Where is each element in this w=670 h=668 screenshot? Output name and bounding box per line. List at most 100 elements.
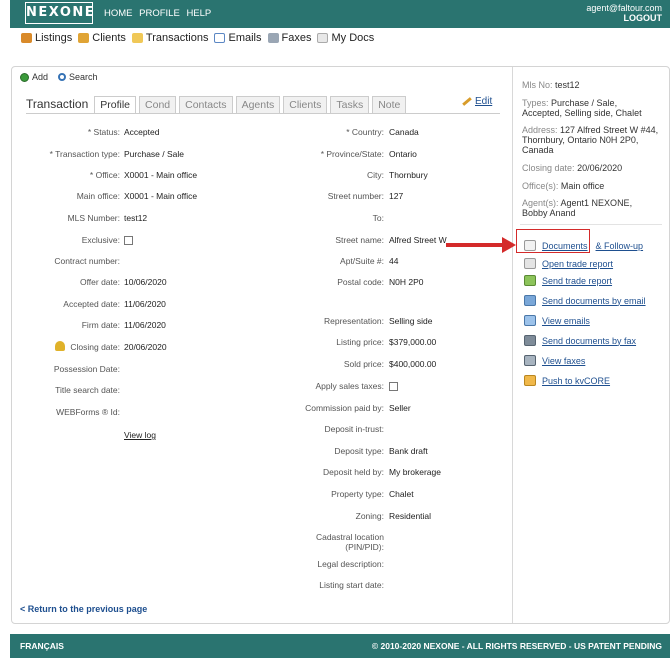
return-link[interactable]: < Return to the previous page bbox=[20, 604, 147, 614]
view-log-link[interactable]: View log bbox=[124, 430, 156, 440]
field-label: Sold price: bbox=[343, 359, 384, 369]
field-value: 20/06/2020 bbox=[124, 342, 167, 352]
action-view-faxes[interactable]: View faxes bbox=[524, 355, 585, 366]
field-label: Possession Date: bbox=[53, 364, 120, 374]
summary-agents: Agent(s): Agent1 NEXONE, Bobby Anand bbox=[522, 198, 633, 218]
field-value: test12 bbox=[124, 213, 148, 223]
field-label: * Status: bbox=[87, 127, 120, 137]
folder-icon bbox=[131, 33, 143, 43]
nav-listings[interactable]: Listings bbox=[21, 32, 72, 44]
field-value: 10/06/2020 bbox=[124, 277, 167, 287]
top-nav: HOME PROFILE HELP bbox=[104, 8, 215, 19]
field-label: City: bbox=[367, 170, 384, 180]
field-label: Listing start date: bbox=[319, 580, 384, 590]
action-view-emails[interactable]: View emails bbox=[524, 315, 590, 326]
field-label: Listing price: bbox=[336, 337, 384, 347]
copyright-text: © 2010-2020 NEXONE - ALL RIGHTS RESERVED… bbox=[371, 641, 662, 651]
field-value: Bank draft bbox=[389, 446, 428, 456]
field-value: N0H 2P0 bbox=[389, 277, 424, 287]
field-label: Apply sales taxes: bbox=[315, 381, 384, 391]
field-value: Selling side bbox=[389, 316, 433, 326]
send-report-icon bbox=[524, 275, 536, 286]
fax-icon bbox=[267, 33, 279, 43]
tab-cond[interactable]: Cond bbox=[139, 96, 177, 113]
field-label: Contract number: bbox=[54, 256, 120, 266]
nav-help[interactable]: HELP bbox=[186, 8, 211, 19]
field-value: $379,000.00 bbox=[389, 337, 437, 347]
documents-highlight-box bbox=[516, 229, 590, 253]
apply-sales-taxes-checkbox[interactable] bbox=[389, 382, 398, 391]
section-title: Transaction bbox=[26, 97, 89, 111]
account-email: agent@faltour.com bbox=[586, 3, 662, 13]
tab-clients[interactable]: Clients bbox=[283, 96, 328, 113]
tab-profile[interactable]: Profile bbox=[94, 96, 137, 113]
action-open-trade-report[interactable]: Open trade report bbox=[524, 258, 613, 269]
field-value: Seller bbox=[389, 403, 411, 413]
search-icon bbox=[58, 73, 67, 81]
nav-profile[interactable]: PROFILE bbox=[139, 8, 180, 19]
transaction-card: Add Search Transaction Profile Cond Cont… bbox=[11, 66, 670, 624]
field-value: 44 bbox=[389, 256, 399, 266]
action-send-docs-fax[interactable]: Send documents by fax bbox=[524, 335, 636, 346]
logout-link[interactable]: LOGOUT bbox=[586, 13, 663, 23]
language-link[interactable]: FRANÇAIS bbox=[20, 641, 64, 651]
email-docs-icon bbox=[524, 295, 536, 306]
footer: FRANÇAIS © 2010-2020 NEXONE - ALL RIGHTS… bbox=[10, 634, 670, 658]
action-send-docs-email[interactable]: Send documents by email bbox=[524, 295, 646, 306]
field-label: Exclusive: bbox=[81, 235, 120, 245]
field-label: Zoning: bbox=[355, 511, 384, 521]
field-label: * Transaction type: bbox=[49, 149, 120, 159]
field-label: * Province/State: bbox=[320, 149, 384, 159]
account-info: agent@faltour.com LOGOUT bbox=[586, 3, 662, 23]
nav-transactions[interactable]: Transactions bbox=[131, 32, 208, 44]
field-label: Deposit type: bbox=[334, 446, 384, 456]
field-label: Commission paid by: bbox=[305, 403, 384, 413]
field-value: Chalet bbox=[389, 489, 414, 499]
tab-underline bbox=[26, 113, 500, 114]
field-label: Offer date: bbox=[79, 277, 120, 287]
top-bar: NEXONE HOME PROFILE HELP agent@faltour.c… bbox=[10, 0, 670, 28]
field-value: X0001 - Main office bbox=[124, 191, 198, 201]
field-label-line: (PIN/PID): bbox=[345, 542, 384, 552]
nexone-logo[interactable]: NEXONE bbox=[25, 2, 94, 24]
field-label: * Country: bbox=[346, 127, 384, 137]
summary-types: Types: Purchase / Sale, Accepted, Sellin… bbox=[522, 98, 642, 118]
field-value: 11/06/2020 bbox=[124, 299, 166, 309]
summary-address: Address: 127 Alfred Street W #44, Thornb… bbox=[522, 125, 659, 155]
field-label: * Office: bbox=[89, 170, 120, 180]
nav-home[interactable]: HOME bbox=[104, 8, 133, 19]
add-button[interactable]: Add bbox=[20, 72, 48, 82]
summary-separator bbox=[520, 224, 662, 225]
follow-up-link[interactable]: & Follow-up bbox=[596, 241, 644, 251]
tab-agents[interactable]: Agents bbox=[235, 96, 281, 113]
field-value: Ontario bbox=[389, 149, 417, 159]
nav-faxes[interactable]: Faxes bbox=[267, 32, 311, 44]
action-send-trade-report[interactable]: Send trade report bbox=[524, 275, 612, 286]
edit-link[interactable]: Edit bbox=[462, 96, 492, 107]
nav-clients[interactable]: Clients bbox=[78, 32, 126, 44]
tab-contacts[interactable]: Contacts bbox=[179, 96, 233, 113]
docs-icon bbox=[317, 33, 329, 43]
clients-icon bbox=[78, 33, 90, 43]
nav-emails[interactable]: Emails bbox=[214, 32, 262, 44]
tab-bar: Transaction Profile Cond Contacts Agents… bbox=[26, 95, 409, 113]
exclusive-checkbox[interactable] bbox=[124, 236, 133, 245]
action-push-kvcore[interactable]: Push to kvCORE bbox=[524, 375, 610, 386]
tab-note[interactable]: Note bbox=[372, 96, 407, 113]
field-label: Legal description: bbox=[317, 559, 384, 569]
field-label: Street number: bbox=[327, 191, 384, 201]
field-label: Postal code: bbox=[337, 277, 384, 287]
red-arrow-shaft bbox=[446, 243, 504, 247]
summary-mls: Mls No: test12 bbox=[522, 80, 580, 90]
view-faxes-icon bbox=[524, 355, 536, 366]
field-value: 127 bbox=[389, 191, 404, 201]
field-value: X0001 - Main office bbox=[124, 170, 198, 180]
search-button[interactable]: Search bbox=[58, 72, 98, 82]
nav-my-docs[interactable]: My Docs bbox=[317, 32, 374, 44]
field-label: Deposit held by: bbox=[323, 467, 384, 477]
summary-offices: Office(s): Main office bbox=[522, 181, 605, 191]
field-value bbox=[389, 382, 398, 393]
field-value: Residential bbox=[389, 511, 432, 521]
field-value: $400,000.00 bbox=[389, 359, 437, 369]
tab-tasks[interactable]: Tasks bbox=[330, 96, 370, 113]
